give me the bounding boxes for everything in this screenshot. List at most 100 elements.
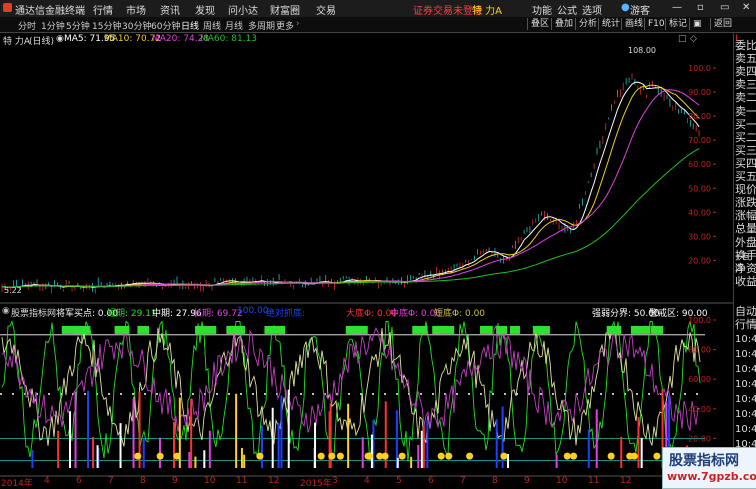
ma60-line [1, 148, 700, 288]
warn-block [264, 325, 286, 334]
indicator-gear-icon[interactable]: ◉ [2, 306, 10, 316]
tick-time: 10:4 [735, 409, 756, 420]
menu-gongshi[interactable]: 公式 [557, 2, 577, 17]
price-axis: 100.0 90.00 80.00 70.00 60.00 50.00 40.00 30.00… [688, 64, 716, 265]
stock-tab[interactable]: 特 力A [472, 2, 502, 17]
panel-mode-label[interactable]: 自动 [735, 305, 756, 318]
period-more[interactable]: 更多 [276, 19, 294, 32]
date-axis: 2014年 4 6 7 8 9 10 11 12 2015年 3 4 5 6 7 8 9 10 11 12 [0, 476, 660, 489]
menu-gongneng[interactable]: 功能 [532, 2, 552, 17]
warn-block [650, 325, 664, 334]
quote-label: 卖三 [735, 78, 756, 92]
buy-smiley-marker [570, 452, 578, 460]
gear-icon[interactable]: ◉ [56, 34, 64, 44]
menu-caifuquan[interactable]: 财富圈 [270, 2, 300, 17]
warn-block [535, 325, 545, 334]
tool-huaxian[interactable]: 画线 [621, 18, 643, 30]
period-1min[interactable]: 1分钟 [41, 19, 65, 32]
warn-block [433, 325, 440, 334]
period-fenshi[interactable]: 分时 [18, 19, 36, 32]
period-5min[interactable]: 5分钟 [66, 19, 90, 32]
watermark-title: 股票指标网 [669, 453, 739, 469]
period-toolbar: 分时 1分钟 5分钟 15分钟 30分钟 60分钟 日线 周线 月线 多周期 更… [0, 17, 756, 33]
tool-f10[interactable]: F10 [644, 18, 665, 30]
period-daily[interactable]: 日线 [181, 19, 199, 32]
close-icon[interactable]: ✕ [742, 2, 750, 13]
short-term-line [1, 320, 701, 462]
tool-fanhui[interactable]: 返回 [710, 18, 732, 30]
chevron-right-icon[interactable]: › [296, 19, 300, 29]
quote-label: 卖二 [735, 91, 756, 105]
chart-option-icon[interactable]: ◇ [690, 34, 697, 44]
quote-label: 卖四 [735, 65, 756, 79]
user-label[interactable]: 游客 [630, 2, 650, 17]
long-term-line [1, 324, 701, 433]
period-multi[interactable]: 多周期 [248, 19, 275, 32]
period-60min[interactable]: 60分钟 [151, 19, 180, 32]
period-15min[interactable]: 15分钟 [92, 19, 121, 32]
quote-label: 委比 [735, 39, 756, 52]
minimize-icon[interactable]: — [672, 2, 682, 13]
buy-smiley-marker [134, 452, 142, 460]
bottom-signal-bar [347, 403, 350, 468]
chart-canvas[interactable]: 100.0 90.00 80.00 70.00 60.00 50.00 40.00 30.00… [0, 45, 733, 487]
tool-tongji[interactable]: 统计 [598, 18, 620, 30]
bottom-signal-bar [188, 451, 191, 468]
quote-label: 买二 [735, 130, 756, 144]
bottom-signal-bar [173, 421, 176, 468]
add-watchlist-button[interactable]: +自选 [735, 251, 756, 273]
date-label: 3 [332, 476, 338, 486]
tool-diequ[interactable]: 叠区 [527, 18, 549, 30]
warn-block [228, 325, 243, 334]
bottom-signal-bar [240, 447, 243, 468]
quote-label: 买三 [735, 143, 756, 157]
menu-wenxiaoda[interactable]: 问小达 [228, 2, 258, 17]
bottom-signal-bar [243, 454, 246, 468]
menu-jiaoyi[interactable]: 交易 [316, 2, 336, 17]
tool-fenxi[interactable]: 分析 [575, 18, 597, 30]
period-30min[interactable]: 30分钟 [122, 19, 151, 32]
tool-biaoji[interactable]: 标记 [665, 18, 687, 30]
chart-settings-icon[interactable]: □ [678, 34, 687, 44]
menu-zixun[interactable]: 资讯 [160, 2, 180, 17]
quote-side-panel: L 委比 卖五 卖四 卖三 卖二 卖一 买一 买二 买三 买四 买五 现价 涨跌 涨幅 总量 外盘 换手 净资 收益… [733, 33, 756, 487]
buy-smiley-marker [156, 452, 164, 460]
short-term-label: 短期: 29.11 [107, 309, 157, 319]
warn-block [72, 325, 91, 334]
restore-icon[interactable]: ▫ [697, 2, 704, 13]
panel-mode-label[interactable]: 行情 [735, 318, 756, 331]
bottom-signal-bar [96, 445, 99, 468]
menu-faxian[interactable]: 发现 [195, 2, 215, 17]
bottom-signal-bar [410, 456, 413, 468]
price-axis-label: 80.00 [688, 112, 711, 121]
menu-xuanxiang[interactable]: 选项 [582, 2, 602, 17]
bottom-signal-bar [74, 391, 77, 468]
ma10-line [1, 84, 700, 288]
indicator-axis-label: 80.00 [688, 346, 711, 355]
app-logo-icon [3, 3, 12, 12]
date-label: 10 [556, 476, 568, 486]
period-monthly[interactable]: 月线 [225, 19, 243, 32]
tick-time: 10:4 [735, 424, 756, 435]
maximize-icon[interactable]: ▭ [720, 2, 729, 13]
bottom-signal-bar [132, 398, 135, 468]
period-weekly[interactable]: 周线 [203, 19, 221, 32]
tool-diejia[interactable]: 叠加 [551, 18, 573, 30]
price-axis-label: 30.00 [688, 232, 711, 241]
buy-smiley-marker [630, 452, 638, 460]
buy-smiley-marker [317, 452, 325, 460]
price-axis-label: 50.00 [688, 184, 711, 193]
bottom-signal-bar [640, 437, 643, 468]
menu-shichang[interactable]: 市场 [126, 2, 146, 17]
buy-smiley-marker [466, 452, 474, 460]
buy-smiley-marker [607, 452, 615, 460]
buy-smiley-marker [445, 452, 453, 460]
date-label: 12 [268, 476, 280, 486]
menu-hangqing[interactable]: 行情 [93, 2, 113, 17]
high-price-mark: 108.00 [628, 46, 656, 55]
price-axis-label: 70.00 [688, 136, 711, 145]
buy-smiley-marker [437, 452, 445, 460]
quote-label: 买五 [735, 170, 756, 183]
date-label: 11 [588, 476, 600, 486]
tool-xiang[interactable]: ▣ [689, 18, 702, 30]
